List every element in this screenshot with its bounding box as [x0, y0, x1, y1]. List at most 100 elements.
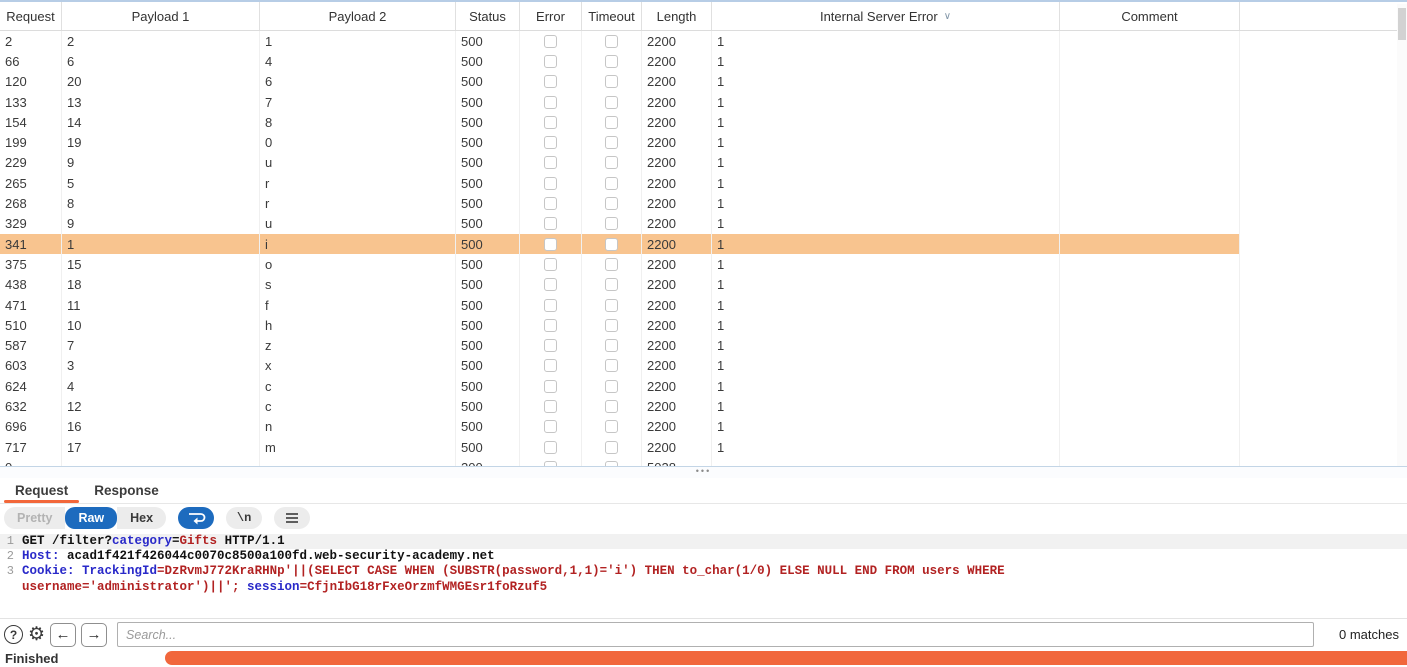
timeout-checkbox[interactable] — [605, 136, 618, 149]
error-checkbox[interactable] — [544, 177, 557, 190]
tab-request[interactable]: Request — [2, 478, 81, 503]
error-checkbox[interactable] — [544, 380, 557, 393]
table-row[interactable]: 2299u50022001 — [0, 153, 1240, 173]
cell-ise: 1 — [712, 193, 1060, 213]
timeout-checkbox[interactable] — [605, 400, 618, 413]
gear-icon[interactable]: ⚙ — [28, 625, 45, 644]
table-row[interactable]: 3299u50022001 — [0, 214, 1240, 234]
table-row[interactable]: 19919050022001 — [0, 132, 1240, 152]
timeout-checkbox[interactable] — [605, 75, 618, 88]
timeout-checkbox[interactable] — [605, 380, 618, 393]
timeout-checkbox[interactable] — [605, 197, 618, 210]
table-row[interactable]: 63212c50022001 — [0, 396, 1240, 416]
timeout-checkbox[interactable] — [605, 96, 618, 109]
table-row[interactable]: 37515o50022001 — [0, 254, 1240, 274]
error-checkbox[interactable] — [544, 400, 557, 413]
error-checkbox[interactable] — [544, 278, 557, 291]
timeout-checkbox[interactable] — [605, 217, 618, 230]
code-line-content: GET /filter?category=Gifts HTTP/1.1 — [22, 534, 285, 549]
pretty-button[interactable]: Pretty — [4, 507, 65, 529]
table-row[interactable]: 69616n50022001 — [0, 417, 1240, 437]
error-checkbox[interactable] — [544, 441, 557, 454]
error-checkbox[interactable] — [544, 339, 557, 352]
error-checkbox[interactable] — [544, 238, 557, 251]
column-header-comment[interactable]: Comment — [1060, 2, 1240, 30]
timeout-checkbox[interactable] — [605, 55, 618, 68]
hex-button[interactable]: Hex — [117, 507, 166, 529]
table-row[interactable]: 3411i50022001 — [0, 234, 1240, 254]
table-row[interactable]: 6033x50022001 — [0, 356, 1240, 376]
error-checkbox[interactable] — [544, 96, 557, 109]
show-newlines-toggle[interactable]: \n — [226, 507, 262, 529]
error-checkbox[interactable] — [544, 55, 557, 68]
table-row[interactable]: 13313750022001 — [0, 92, 1240, 112]
timeout-checkbox[interactable] — [605, 319, 618, 332]
editor-menu-button[interactable] — [274, 507, 310, 529]
column-header-timeout[interactable]: Timeout — [582, 2, 642, 30]
error-checkbox[interactable] — [544, 299, 557, 312]
word-wrap-toggle[interactable] — [178, 507, 214, 529]
table-row[interactable]: 666450022001 — [0, 51, 1240, 71]
table-row[interactable]: 12020650022001 — [0, 72, 1240, 92]
timeout-checkbox[interactable] — [605, 359, 618, 372]
cell-comment — [1060, 335, 1240, 355]
error-checkbox[interactable] — [544, 359, 557, 372]
table-scrollbar[interactable] — [1397, 4, 1407, 466]
column-header-error[interactable]: Error — [520, 2, 582, 30]
table-row[interactable]: 15414850022001 — [0, 112, 1240, 132]
chevron-down-icon[interactable]: ∨ — [944, 11, 951, 22]
next-match-button[interactable]: → — [81, 623, 107, 647]
column-header-ise[interactable]: Internal Server Error∨ — [712, 2, 1060, 30]
error-checkbox[interactable] — [544, 156, 557, 169]
timeout-checkbox[interactable] — [605, 299, 618, 312]
table-row[interactable]: 43818s50022001 — [0, 275, 1240, 295]
error-checkbox[interactable] — [544, 136, 557, 149]
error-checkbox[interactable] — [544, 217, 557, 230]
table-row[interactable]: 71717m50022001 — [0, 437, 1240, 457]
timeout-checkbox[interactable] — [605, 238, 618, 251]
cell-length: 2200 — [642, 72, 712, 92]
timeout-checkbox[interactable] — [605, 420, 618, 433]
cell-status: 500 — [456, 193, 520, 213]
table-row[interactable]: 2688r50022001 — [0, 193, 1240, 213]
timeout-checkbox[interactable] — [605, 177, 618, 190]
scrollbar-thumb-icon[interactable] — [1398, 8, 1406, 40]
search-input[interactable] — [117, 622, 1314, 647]
timeout-checkbox[interactable] — [605, 116, 618, 129]
column-header-payload2[interactable]: Payload 2 — [260, 2, 456, 30]
tab-response[interactable]: Response — [81, 478, 172, 503]
cell-payload2: m — [260, 437, 456, 457]
raw-request-editor[interactable]: 1GET /filter?category=Gifts HTTP/1.12Hos… — [0, 534, 1407, 618]
error-checkbox[interactable] — [544, 420, 557, 433]
timeout-checkbox[interactable] — [605, 441, 618, 454]
table-row[interactable]: 6244c50022001 — [0, 376, 1240, 396]
previous-match-button[interactable]: ← — [50, 623, 76, 647]
error-checkbox[interactable] — [544, 258, 557, 271]
error-checkbox[interactable] — [544, 116, 557, 129]
error-checkbox[interactable] — [544, 35, 557, 48]
cell-length: 2200 — [642, 132, 712, 152]
error-checkbox[interactable] — [544, 75, 557, 88]
column-header-length[interactable]: Length — [642, 2, 712, 30]
table-row[interactable]: 22150022001 — [0, 31, 1240, 51]
timeout-checkbox[interactable] — [605, 35, 618, 48]
column-header-status[interactable]: Status — [456, 2, 520, 30]
cell-payload2: 4 — [260, 51, 456, 71]
cell-status: 500 — [456, 275, 520, 295]
timeout-checkbox[interactable] — [605, 339, 618, 352]
table-row[interactable]: 51010h50022001 — [0, 315, 1240, 335]
timeout-checkbox[interactable] — [605, 278, 618, 291]
raw-button[interactable]: Raw — [65, 507, 117, 529]
table-row[interactable]: 2655r50022001 — [0, 173, 1240, 193]
error-checkbox[interactable] — [544, 319, 557, 332]
code-line-content: username='administrator')||'; session=Cf… — [22, 580, 547, 595]
column-header-request[interactable]: Request — [0, 2, 62, 30]
help-icon[interactable]: ? — [4, 625, 23, 644]
error-checkbox[interactable] — [544, 197, 557, 210]
timeout-checkbox[interactable] — [605, 258, 618, 271]
column-header-payload1[interactable]: Payload 1 — [62, 2, 260, 30]
panel-splitter[interactable]: ••• — [0, 466, 1407, 478]
table-row[interactable]: 47111f50022001 — [0, 295, 1240, 315]
timeout-checkbox[interactable] — [605, 156, 618, 169]
table-row[interactable]: 5877z50022001 — [0, 335, 1240, 355]
